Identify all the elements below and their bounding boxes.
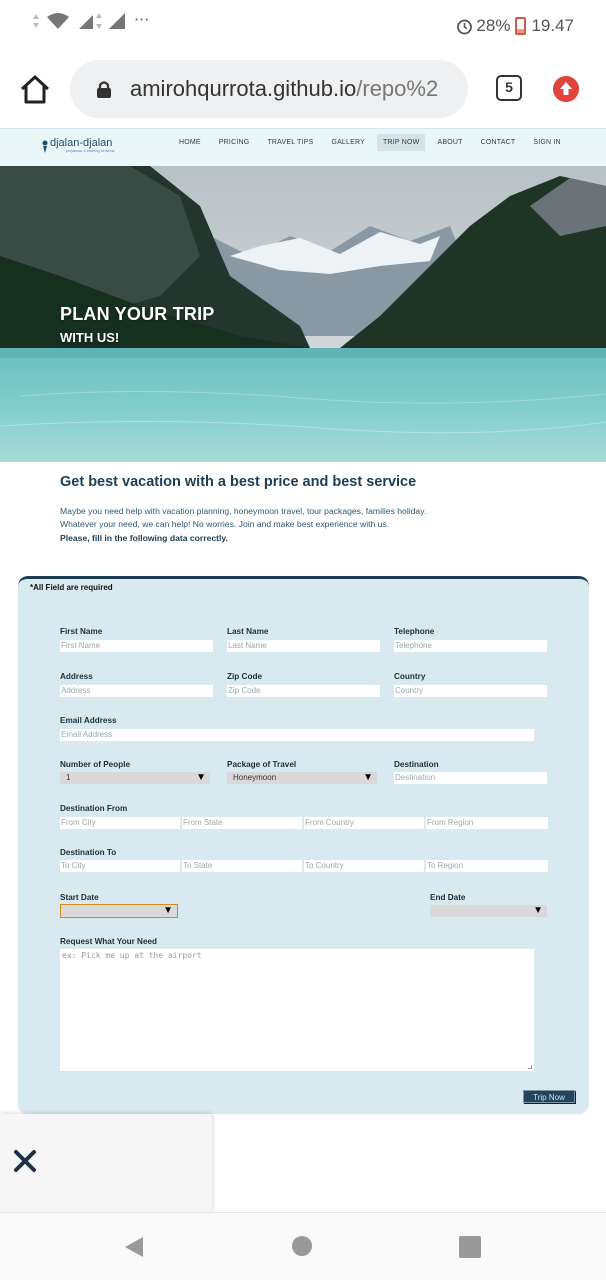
logo-text: djalan-djalan xyxy=(50,137,113,149)
intro-line-2: Whatever your need, we can help! No worr… xyxy=(60,519,390,529)
destination-label: Destination xyxy=(394,760,439,769)
close-icon[interactable] xyxy=(12,1148,38,1174)
package-value: Honeymoon xyxy=(233,773,277,782)
trip-form: *All Field are required First Name First… xyxy=(18,576,589,1114)
intro-line-1: Maybe you need help with vacation planni… xyxy=(60,506,427,516)
people-label: Number of People xyxy=(60,760,131,769)
zip-code-input[interactable]: Zip Code xyxy=(227,685,380,697)
end-date-label: End Date xyxy=(430,893,466,902)
people-value: 1 xyxy=(66,773,71,782)
telephone-input[interactable]: Telephone xyxy=(394,640,547,652)
nav-contact[interactable]: CONTACT xyxy=(475,134,522,151)
logo-tagline: perjalanan & traveling bersama xyxy=(66,149,115,153)
bottom-sheet xyxy=(0,1114,212,1212)
from-city-input[interactable]: From City xyxy=(60,817,180,829)
site-logo[interactable]: djalan-djalan perjalanan & traveling ber… xyxy=(42,137,114,154)
start-date-label: Start Date xyxy=(60,893,99,902)
email-label: Email Address xyxy=(60,716,117,725)
address-input[interactable]: Address xyxy=(60,685,213,697)
intro-heading: Get best vacation with a best price and … xyxy=(60,474,417,490)
package-label: Package of Travel xyxy=(227,760,297,769)
to-city-input[interactable]: To City xyxy=(60,860,180,872)
home-icon[interactable] xyxy=(18,72,52,106)
home-circle-icon[interactable] xyxy=(292,1236,312,1256)
url-text: amirohqurrota.github.io/repo%2 xyxy=(130,76,464,102)
back-icon[interactable] xyxy=(123,1235,145,1259)
nav-gallery[interactable]: GALLERY xyxy=(325,134,371,151)
wifi-icon xyxy=(47,13,69,29)
data-arrows-icon xyxy=(33,14,39,28)
request-placeholder: ex: Pick me up at the airport xyxy=(62,951,202,960)
first-name-input[interactable]: First Name xyxy=(60,640,213,652)
destination-to-label: Destination To xyxy=(60,848,117,857)
telephone-label: Telephone xyxy=(394,627,435,636)
from-region-input[interactable]: From Region xyxy=(426,817,548,829)
nav-home[interactable]: HOME xyxy=(173,134,207,151)
end-date-picker[interactable]: ▼ xyxy=(430,905,547,917)
dropdown-arrow-icon: ▼ xyxy=(196,772,206,783)
nav-trip-now[interactable]: TRIP NOW xyxy=(377,134,426,151)
dropdown-arrow-icon: ▼ xyxy=(163,905,173,916)
first-name-label: First Name xyxy=(60,627,103,636)
browser-toolbar: amirohqurrota.github.io/repo%2 5 xyxy=(0,52,606,128)
to-state-input[interactable]: To State xyxy=(182,860,302,872)
more-notifications: ··· xyxy=(134,10,150,29)
email-input[interactable]: Email Address xyxy=(60,729,534,741)
package-select[interactable]: Honeymoon ▼ xyxy=(227,772,377,784)
tabs-button[interactable]: 5 xyxy=(496,75,522,101)
system-nav-bar xyxy=(0,1212,606,1280)
address-label: Address xyxy=(60,672,93,681)
start-date-picker[interactable]: ▼ xyxy=(60,904,178,918)
trip-now-button[interactable]: Trip Now xyxy=(523,1090,575,1103)
dropdown-arrow-icon: ▼ xyxy=(533,905,543,916)
people-select[interactable]: 1 ▼ xyxy=(60,772,210,784)
nav-links: HOME PRICING TRAVEL TIPS GALLERY TRIP NO… xyxy=(170,134,570,151)
update-icon[interactable] xyxy=(553,76,579,102)
resize-grip-icon[interactable] xyxy=(528,1065,532,1069)
address-bar[interactable]: amirohqurrota.github.io/repo%2 xyxy=(70,60,468,118)
request-textarea[interactable]: ex: Pick me up at the airport xyxy=(60,949,534,1071)
hero-subtitle: WITH US! xyxy=(60,330,120,345)
destination-input[interactable]: Destination xyxy=(394,772,547,784)
status-icons-left xyxy=(32,12,126,30)
country-label: Country xyxy=(394,672,426,681)
signal-icon xyxy=(79,13,102,29)
to-country-input[interactable]: To Country xyxy=(304,860,424,872)
destination-from-label: Destination From xyxy=(60,804,128,813)
site-navbar: djalan-djalan perjalanan & traveling ber… xyxy=(0,128,606,166)
country-input[interactable]: Country xyxy=(394,685,547,697)
from-country-input[interactable]: From Country xyxy=(304,817,424,829)
nav-sign-in[interactable]: SIGN IN xyxy=(527,134,566,151)
hero-banner: PLAN YOUR TRIP WITH US! xyxy=(0,166,606,462)
alarm-icon xyxy=(457,19,473,34)
battery-icon xyxy=(515,17,527,35)
lock-icon xyxy=(97,81,111,98)
last-name-label: Last Name xyxy=(227,627,269,636)
url-path: /repo%2 xyxy=(356,76,439,101)
pin-icon xyxy=(42,140,48,153)
to-region-input[interactable]: To Region xyxy=(426,860,548,872)
signal-2-icon xyxy=(109,13,125,29)
clock: 19.47 xyxy=(531,16,574,35)
recents-icon[interactable] xyxy=(459,1236,481,1258)
status-bar: ··· 28% 19.47 xyxy=(0,0,606,52)
required-note: *All Field are required xyxy=(30,583,113,592)
status-icons-right: 28% 19.47 xyxy=(456,16,574,36)
dropdown-arrow-icon: ▼ xyxy=(363,772,373,783)
from-state-input[interactable]: From State xyxy=(182,817,302,829)
intro-line-3: Please, fill in the following data corre… xyxy=(60,533,228,543)
nav-travel-tips[interactable]: TRAVEL TIPS xyxy=(261,134,319,151)
battery-percent: 28% xyxy=(476,16,511,35)
hero-title: PLAN YOUR TRIP xyxy=(60,304,215,324)
nav-pricing[interactable]: PRICING xyxy=(213,134,256,151)
request-label: Request What Your Need xyxy=(60,937,158,946)
zip-code-label: Zip Code xyxy=(227,672,263,681)
last-name-input[interactable]: Last Name xyxy=(227,640,380,652)
url-domain: amirohqurrota.github.io xyxy=(130,76,357,101)
nav-about[interactable]: ABOUT xyxy=(431,134,468,151)
